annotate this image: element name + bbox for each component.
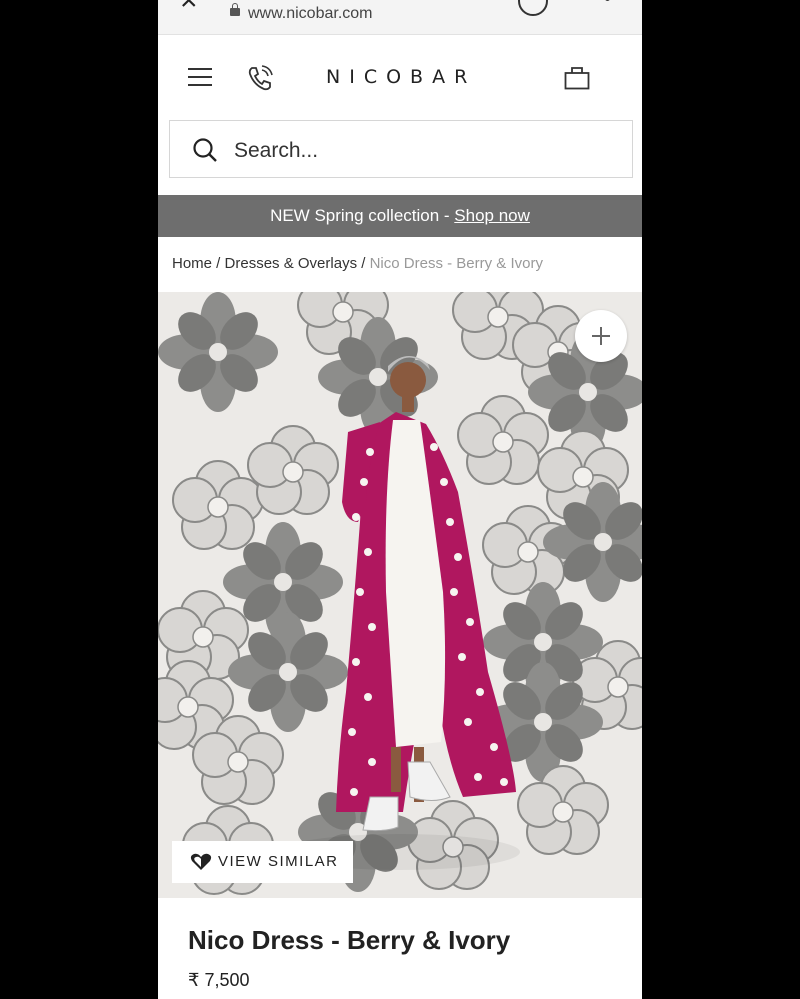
browser-url-bar: × www.nicobar.com • xyxy=(158,0,642,35)
search-icon xyxy=(193,138,217,162)
more-options-icon[interactable]: • xyxy=(604,0,611,9)
product-photo xyxy=(158,292,642,898)
promo-text: NEW Spring collection - xyxy=(270,206,455,225)
tabs-icon[interactable] xyxy=(518,0,548,16)
breadcrumb-category[interactable]: Dresses & Overlays xyxy=(225,255,358,272)
phone-screen: × www.nicobar.com • NICOBAR NEW Spring c… xyxy=(158,0,642,999)
view-similar-label: VIEW SIMILAR xyxy=(218,853,339,870)
site-header: NICOBAR xyxy=(158,34,642,120)
promo-banner: NEW Spring collection - Shop now xyxy=(158,195,642,237)
product-image[interactable] xyxy=(158,292,642,898)
view-similar-button[interactable]: VIEW SIMILAR xyxy=(172,841,353,883)
search-box xyxy=(169,120,633,178)
url-text[interactable]: www.nicobar.com xyxy=(248,5,373,23)
shopping-bag-icon[interactable] xyxy=(564,66,590,90)
lock-icon xyxy=(230,3,240,16)
heart-icon xyxy=(190,853,212,870)
breadcrumb-home[interactable]: Home xyxy=(172,255,212,272)
phone-call-icon[interactable] xyxy=(246,64,274,92)
zoom-plus-button[interactable] xyxy=(575,310,627,362)
breadcrumb-current: Nico Dress - Berry & Ivory xyxy=(369,255,543,272)
search-input[interactable] xyxy=(232,133,616,169)
shop-now-link[interactable]: Shop now xyxy=(454,206,530,225)
hamburger-menu-icon[interactable] xyxy=(188,68,212,86)
breadcrumb-separator: / xyxy=(212,255,225,272)
close-tab-icon[interactable]: × xyxy=(180,0,198,16)
breadcrumb-separator: / xyxy=(357,255,370,272)
product-price: ₹ 7,500 xyxy=(188,970,250,990)
breadcrumb: Home / Dresses & Overlays / Nico Dress -… xyxy=(172,255,543,272)
product-title: Nico Dress - Berry & Ivory xyxy=(188,925,511,955)
nicobar-logo[interactable]: NICOBAR xyxy=(326,66,476,88)
